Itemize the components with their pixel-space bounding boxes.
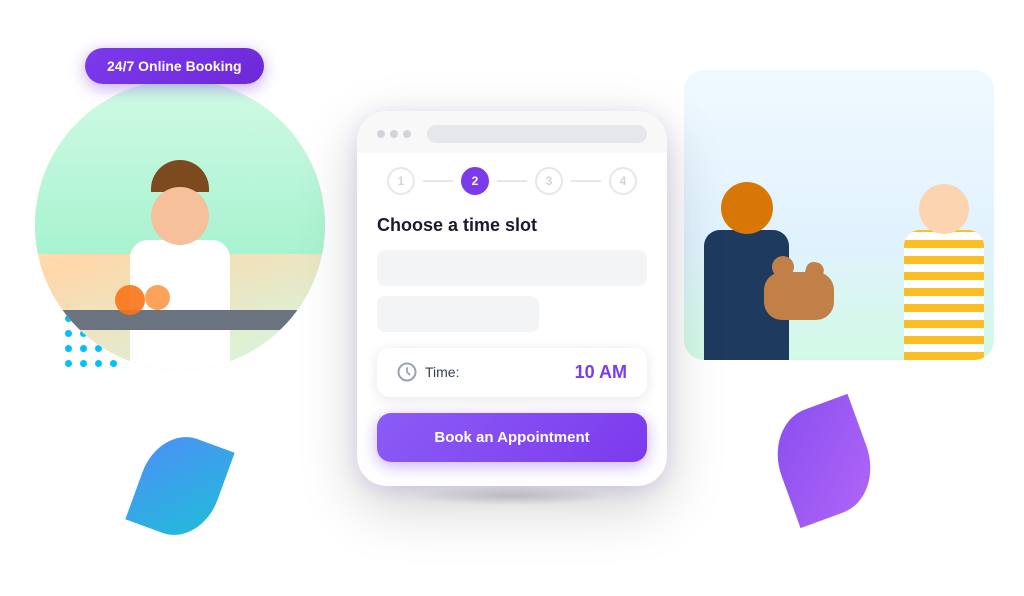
step-connector-1 bbox=[423, 180, 453, 182]
step-indicator: 1 2 3 4 bbox=[357, 153, 667, 205]
step-connector-2 bbox=[497, 180, 527, 182]
time-text: Time: bbox=[425, 364, 459, 380]
badge-247: 24/7 Online Booking bbox=[85, 48, 264, 84]
step-1: 1 bbox=[387, 167, 415, 195]
deco-leaf-left bbox=[125, 425, 234, 546]
time-box[interactable]: Time: 10 AM bbox=[377, 348, 647, 397]
choose-title: Choose a time slot bbox=[377, 215, 647, 236]
window-dot-1 bbox=[377, 130, 385, 138]
photo-left bbox=[35, 80, 325, 370]
photo-right bbox=[684, 70, 994, 360]
address-bar bbox=[427, 125, 647, 143]
clock-icon bbox=[397, 362, 417, 382]
scene: 24/7 Online Booking 1 2 3 bbox=[0, 0, 1024, 596]
window-dot-3 bbox=[403, 130, 411, 138]
step-4: 4 bbox=[609, 167, 637, 195]
time-label: Time: bbox=[397, 362, 459, 382]
phone-shadow bbox=[412, 486, 612, 506]
step-2-active: 2 bbox=[461, 167, 489, 195]
slot-skeleton-2 bbox=[377, 296, 539, 332]
book-appointment-button[interactable]: Book an Appointment bbox=[377, 413, 647, 462]
window-dot-2 bbox=[390, 130, 398, 138]
badge-text: 24/7 Online Booking bbox=[107, 58, 242, 74]
phone-mockup: 1 2 3 4 Choose a time slot bbox=[357, 111, 667, 486]
step-connector-3 bbox=[571, 180, 601, 182]
deco-leaf-right bbox=[763, 394, 885, 528]
phone-content: Choose a time slot Time: 10 AM bbox=[357, 205, 667, 397]
slot-skeleton-1 bbox=[377, 250, 647, 286]
browser-bar bbox=[357, 111, 667, 153]
time-value: 10 AM bbox=[575, 362, 627, 383]
step-3: 3 bbox=[535, 167, 563, 195]
window-dots bbox=[377, 130, 411, 138]
